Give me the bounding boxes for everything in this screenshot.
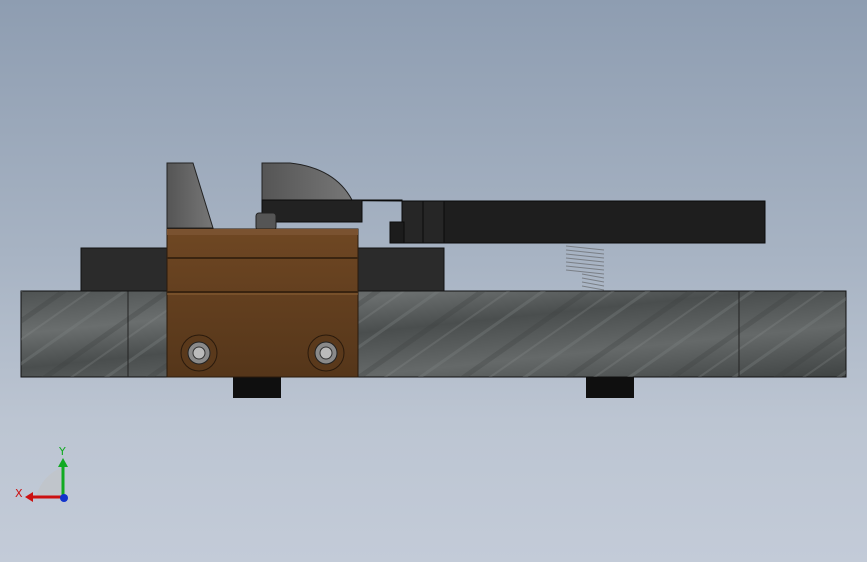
support-block-left[interactable] [80, 247, 170, 292]
base-plate[interactable] [20, 290, 847, 378]
foot-left[interactable] [233, 377, 281, 398]
graphics-viewport[interactable]: Y X [0, 0, 867, 562]
return-spring[interactable] [565, 245, 605, 291]
bolt-left[interactable] [180, 334, 218, 372]
y-axis-label: Y [58, 445, 66, 458]
foot-right[interactable] [586, 377, 634, 398]
x-axis-label: X [15, 487, 23, 500]
cad-model-view[interactable]: Y X [0, 0, 867, 562]
z-axis-dot [60, 494, 68, 502]
coordinate-triad: Y X [15, 445, 68, 502]
bolt-right[interactable] [307, 334, 345, 372]
support-block-right[interactable] [357, 247, 445, 292]
locating-pin[interactable] [255, 212, 277, 231]
fixed-jaw[interactable] [166, 162, 214, 229]
